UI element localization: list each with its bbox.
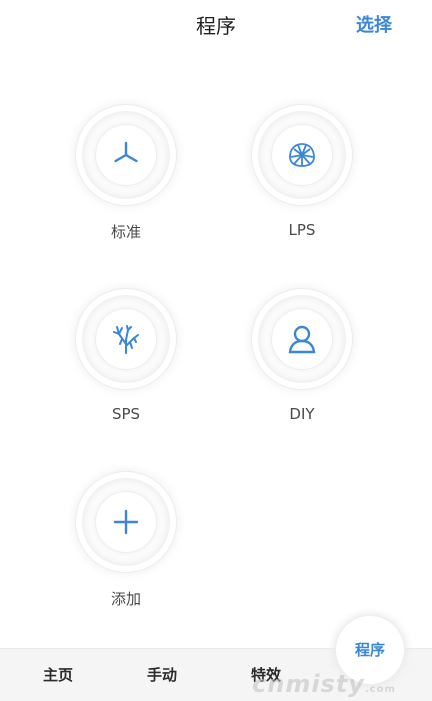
select-button[interactable]: 选择 bbox=[356, 11, 392, 37]
plus-icon bbox=[113, 509, 139, 535]
program-label: 标准 bbox=[110, 223, 141, 241]
program-ring bbox=[76, 472, 176, 572]
program-label: SPS bbox=[111, 405, 141, 423]
tab-home[interactable]: 主页 bbox=[43, 664, 73, 685]
program-lps[interactable]: LPS bbox=[242, 105, 362, 239]
program-ring bbox=[252, 105, 352, 205]
program-label: DIY bbox=[289, 405, 315, 423]
program-ring bbox=[76, 289, 176, 389]
header: 程序 选择 bbox=[0, 0, 432, 48]
watermark: cnmisty.com bbox=[252, 670, 396, 698]
program-diy[interactable]: DIY bbox=[242, 289, 362, 423]
tab-manual[interactable]: 手动 bbox=[147, 664, 177, 685]
program-label: LPS bbox=[288, 221, 316, 239]
program-standard[interactable]: 标准 bbox=[66, 105, 186, 242]
user-icon bbox=[288, 325, 316, 354]
coral-sps-icon bbox=[113, 325, 139, 354]
program-ring bbox=[252, 289, 352, 389]
fan-icon bbox=[114, 141, 138, 163]
program-sps[interactable]: SPS bbox=[66, 289, 186, 423]
program-add[interactable]: 添加 bbox=[66, 472, 186, 609]
program-label: 添加 bbox=[110, 590, 141, 608]
program-ring bbox=[76, 105, 176, 205]
coral-lps-icon bbox=[289, 143, 315, 167]
